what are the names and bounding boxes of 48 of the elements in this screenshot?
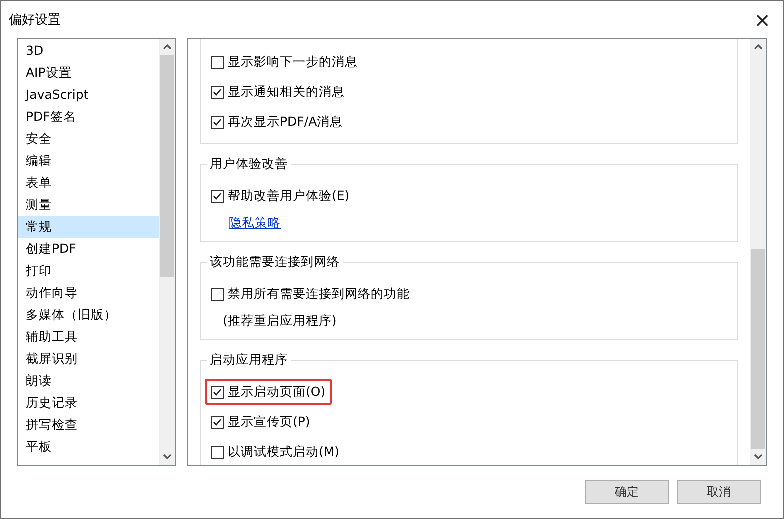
group-title: 该功能需要连接到网络 — [207, 254, 343, 271]
scrollbar[interactable] — [159, 39, 175, 465]
checkbox-option[interactable]: 帮助改善用户体验(E) — [205, 183, 356, 209]
category-item[interactable]: PDF签名 — [18, 106, 159, 128]
category-item[interactable]: 多媒体（旧版） — [18, 304, 159, 326]
category-item[interactable]: 常规 — [18, 216, 159, 238]
category-item[interactable]: 3D — [18, 40, 159, 62]
checkbox[interactable] — [211, 86, 224, 98]
category-item[interactable]: 编辑 — [18, 150, 159, 172]
category-item[interactable]: 安全 — [18, 128, 159, 150]
checkbox[interactable] — [211, 416, 224, 428]
scrollbar-thumb[interactable] — [160, 55, 174, 277]
dialog-button[interactable]: 确定 — [585, 480, 669, 504]
category-item[interactable]: JavaScript — [18, 84, 159, 106]
checkbox-option[interactable]: 显示通知相关的消息 — [205, 79, 351, 105]
category-item[interactable]: 测量 — [18, 194, 159, 216]
group-title: 启动应用程序 — [207, 352, 291, 369]
dialog-button[interactable]: 取消 — [677, 480, 761, 504]
privacy-link[interactable]: 隐私策略 — [229, 213, 281, 233]
category-item[interactable]: 表单 — [18, 172, 159, 194]
category-item[interactable]: 截屏识别 — [18, 348, 159, 370]
category-item[interactable]: 拼写检查 — [18, 414, 159, 436]
category-item[interactable]: AIP设置 — [18, 62, 159, 84]
checkbox[interactable] — [211, 116, 224, 128]
group-title: 用户体验改善 — [207, 156, 291, 173]
note-text: (推荐重启应用程序) — [223, 312, 337, 330]
checkbox-option[interactable]: 显示影响下一步的消息 — [205, 49, 364, 75]
checkbox[interactable] — [211, 56, 224, 68]
category-item[interactable]: 辅助工具 — [18, 326, 159, 348]
scrollbar[interactable] — [750, 39, 766, 465]
checkbox[interactable] — [211, 446, 224, 458]
category-item[interactable]: 动作向导 — [18, 282, 159, 304]
checkbox[interactable] — [211, 190, 224, 202]
checkbox[interactable] — [211, 386, 224, 398]
scrollbar-thumb[interactable] — [751, 249, 765, 449]
checkbox-option[interactable]: 禁用所有需要连接到网络的功能 — [205, 281, 416, 307]
category-item[interactable]: 朗读 — [18, 370, 159, 392]
window-title: 偏好设置 — [9, 12, 61, 28]
checkbox-option[interactable]: 再次显示PDF/A消息 — [205, 109, 350, 135]
checkbox[interactable] — [211, 288, 224, 300]
category-item[interactable]: 平板 — [18, 436, 159, 458]
checkbox-option[interactable]: 以调试模式启动(M) — [205, 439, 346, 465]
category-item[interactable]: 打印 — [18, 260, 159, 282]
checkbox-option[interactable]: 显示启动页面(O) — [205, 379, 332, 405]
close-button[interactable]: × — [750, 8, 775, 32]
checkbox-option[interactable]: 显示宣传页(P) — [205, 409, 316, 435]
category-item[interactable]: 创建PDF — [18, 238, 159, 260]
category-item[interactable]: 历史记录 — [18, 392, 159, 414]
